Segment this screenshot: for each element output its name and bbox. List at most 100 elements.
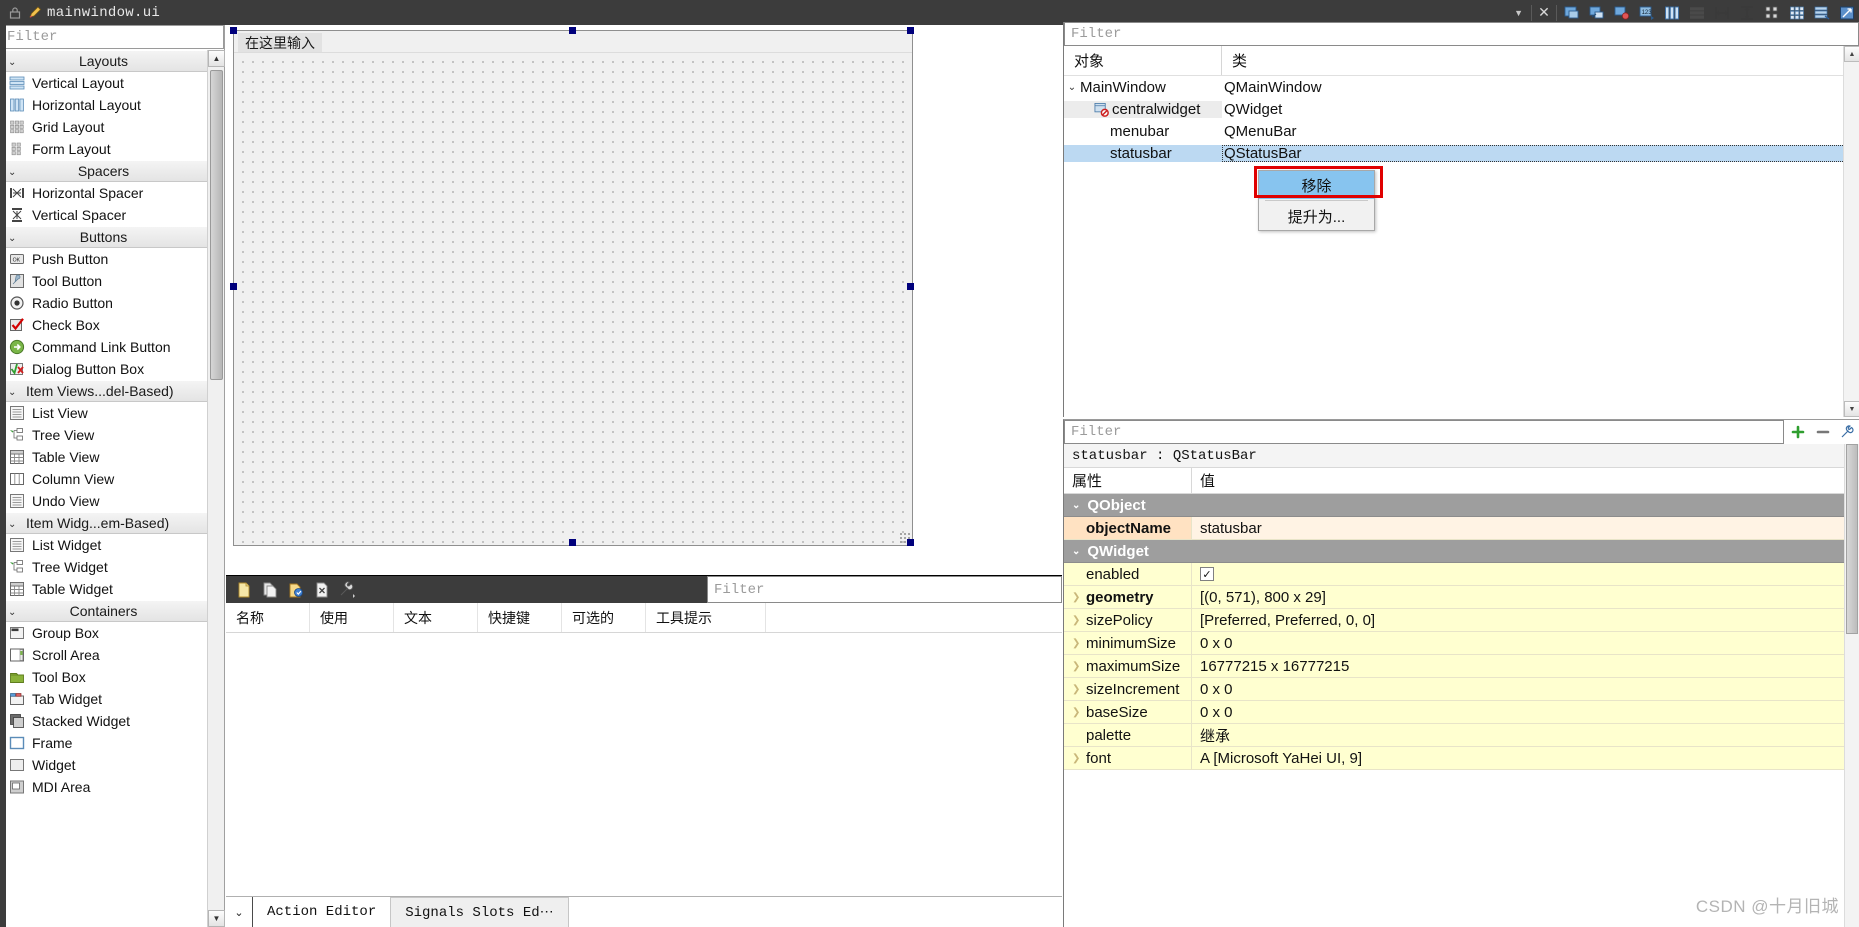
property-row-baseSize[interactable]: ❯ baseSize 0 x 0 [1064, 701, 1859, 724]
action-editor-filter-input[interactable]: Filter [707, 576, 1062, 603]
action-column-header[interactable]: 可选的 [562, 603, 646, 632]
chevron-right-icon[interactable]: ❯ [1072, 638, 1086, 649]
widget-item-form-layout[interactable]: Form Layout [0, 138, 207, 160]
property-value-cell[interactable]: [(0, 571), 800 x 29] [1192, 586, 1859, 608]
chevron-right-icon[interactable]: ❯ [1072, 592, 1086, 603]
edit-signals-slots-icon[interactable] [1585, 1, 1608, 24]
widget-item-stacked-widget[interactable]: Stacked Widget [0, 710, 207, 732]
chevron-down-icon[interactable]: ⌄ [1072, 546, 1080, 557]
action-column-header[interactable]: 文本 [394, 603, 478, 632]
object-tree-row-name-cell[interactable]: statusbar [1064, 144, 1222, 162]
widget-item-check-box[interactable]: Check Box [0, 314, 207, 336]
property-value-cell[interactable]: 0 x 0 [1192, 701, 1859, 723]
property-row-geometry[interactable]: ❯ geometry [(0, 571), 800 x 29] [1064, 586, 1859, 609]
object-inspector-tree[interactable]: ⌄ MainWindow QMainWindow centralwidget QWidg… [1064, 76, 1859, 164]
menubar-type-here-placeholder[interactable]: 在这里输入 [238, 33, 322, 52]
edit-widgets-icon[interactable] [1560, 1, 1583, 24]
widget-item-table-view[interactable]: Table View [0, 446, 207, 468]
property-value-cell[interactable]: [Preferred, Preferred, 0, 0] [1192, 609, 1859, 631]
property-value-cell[interactable]: 0 x 0 [1192, 632, 1859, 654]
widget-item-command-link-button[interactable]: Command Link Button [0, 336, 207, 358]
property-value-cell[interactable]: 0 x 0 [1192, 678, 1859, 700]
property-editor-scrollbar[interactable] [1844, 444, 1859, 927]
configure-action-icon[interactable] [336, 578, 360, 602]
widget-group-header[interactable]: ⌄ Item Views...del-Based) [0, 380, 207, 402]
chevron-down-icon[interactable]: ⌄ [1072, 500, 1080, 511]
chevron-down-icon[interactable]: ⌄ [8, 227, 16, 249]
chevron-down-icon[interactable]: ⌄ [8, 513, 16, 535]
edit-tab-order-icon[interactable]: 123 [1635, 1, 1658, 24]
widget-item-tool-box[interactable]: Tool Box [0, 666, 207, 688]
widget-box-scrollbar[interactable]: ▲ ▼ [207, 50, 225, 927]
chevron-right-icon[interactable]: ❯ [1072, 661, 1086, 672]
tab-action-editor[interactable]: Action Editor [252, 896, 391, 927]
context-menu-item-remove[interactable]: 移除 [1259, 171, 1374, 199]
widget-item-frame[interactable]: Frame [0, 732, 207, 754]
chevron-down-icon[interactable]: ▼ [1844, 401, 1859, 417]
property-value-cell[interactable]: 16777215 x 16777215 [1192, 655, 1859, 677]
widget-item-list-view[interactable]: List View [0, 402, 207, 424]
object-tree-row-name-cell[interactable]: menubar [1064, 123, 1222, 140]
property-row-font[interactable]: ❯ font A [Microsoft YaHei UI, 9] [1064, 747, 1859, 770]
widget-group-header[interactable]: ⌄ Layouts [0, 50, 207, 72]
lay-out-in-grid-icon[interactable] [1785, 1, 1808, 24]
property-group-QWidget[interactable]: ⌄ QWidget [1064, 540, 1859, 563]
object-tree-row-menubar[interactable]: menubar QMenuBar [1064, 120, 1859, 142]
lay-out-in-splitter-vertical-icon[interactable] [1735, 1, 1758, 24]
widget-item-column-view[interactable]: Column View [0, 468, 207, 490]
widget-box-filter-input[interactable]: Filter [0, 25, 224, 49]
property-value-cell[interactable]: ✓ [1192, 563, 1859, 585]
form-canvas[interactable]: 在这里输入 [226, 25, 1062, 575]
action-column-header[interactable]: 使用 [310, 603, 394, 632]
object-tree-row-name-cell[interactable]: ⌄ MainWindow [1064, 79, 1222, 96]
lock-icon[interactable] [4, 0, 26, 25]
chevron-right-icon[interactable]: ❯ [1072, 707, 1086, 718]
widget-item-tab-widget[interactable]: Tab Widget [0, 688, 207, 710]
widget-group-header[interactable]: ⌄ Containers [0, 600, 207, 622]
widget-item-vertical-layout[interactable]: Vertical Layout [0, 72, 207, 94]
property-row-maximumSize[interactable]: ❯ maximumSize 16777215 x 16777215 [1064, 655, 1859, 678]
selection-handle-top-right[interactable] [907, 27, 914, 34]
widget-group-header[interactable]: ⌄ Item Widg...em-Based) [0, 512, 207, 534]
property-row-sizeIncrement[interactable]: ❯ sizeIncrement 0 x 0 [1064, 678, 1859, 701]
widget-item-grid-layout[interactable]: Grid Layout [0, 116, 207, 138]
configure-property-editor-icon[interactable] [1837, 421, 1859, 443]
selection-handle-bottom-center[interactable] [569, 539, 576, 546]
widget-item-tree-widget[interactable]: Tree Widget [0, 556, 207, 578]
chevron-up-icon[interactable]: ▲ [1844, 46, 1859, 62]
chevron-down-icon[interactable]: ⌄ [8, 601, 16, 623]
delete-action-icon[interactable] [310, 578, 334, 602]
lay-out-horizontally-icon[interactable] [1660, 1, 1683, 24]
object-context-menu[interactable]: 移除 提升为... [1258, 170, 1375, 231]
object-tree-row-statusbar[interactable]: statusbar QStatusBar [1064, 142, 1859, 164]
property-value-cell[interactable]: 继承 [1192, 724, 1859, 746]
widget-item-tree-view[interactable]: Tree View [0, 424, 207, 446]
action-column-header[interactable]: 名称 [226, 603, 310, 632]
form-menubar[interactable]: 在这里输入 [234, 31, 912, 53]
chevron-right-icon[interactable]: ❯ [1072, 615, 1086, 626]
property-row-palette[interactable]: palette 继承 [1064, 724, 1859, 747]
action-column-header[interactable]: 工具提示 [646, 603, 766, 632]
object-inspector-filter-input[interactable]: Filter [1064, 22, 1859, 46]
property-value-cell[interactable]: A [Microsoft YaHei UI, 9] [1192, 747, 1859, 769]
chevron-down-icon[interactable]: ⌄ [226, 897, 252, 927]
chevron-down-icon[interactable]: ▼ [1508, 8, 1529, 18]
widget-item-scroll-area[interactable]: Scroll Area [0, 644, 207, 666]
edit-action-icon[interactable] [284, 578, 308, 602]
selection-handle-bottom-right[interactable] [907, 539, 914, 546]
widget-item-undo-view[interactable]: Undo View [0, 490, 207, 512]
property-row-minimumSize[interactable]: ❯ minimumSize 0 x 0 [1064, 632, 1859, 655]
chevron-down-icon[interactable]: ▼ [208, 910, 225, 927]
adjust-size-icon[interactable] [1835, 1, 1858, 24]
selection-handle-top-left[interactable] [230, 27, 237, 34]
edit-buddies-icon[interactable] [1610, 1, 1633, 24]
widget-item-group-box[interactable]: Group Box [0, 622, 207, 644]
lay-out-vertically-icon[interactable] [1685, 1, 1708, 24]
widget-group-header[interactable]: ⌄ Buttons [0, 226, 207, 248]
widget-item-widget[interactable]: Widget [0, 754, 207, 776]
widget-item-radio-button[interactable]: Radio Button [0, 292, 207, 314]
break-layout-icon[interactable] [1810, 1, 1833, 24]
lay-out-in-splitter-horizontal-icon[interactable] [1710, 1, 1733, 24]
selection-handle-middle-left[interactable] [230, 283, 237, 290]
remove-dynamic-property-icon[interactable] [1812, 421, 1834, 443]
